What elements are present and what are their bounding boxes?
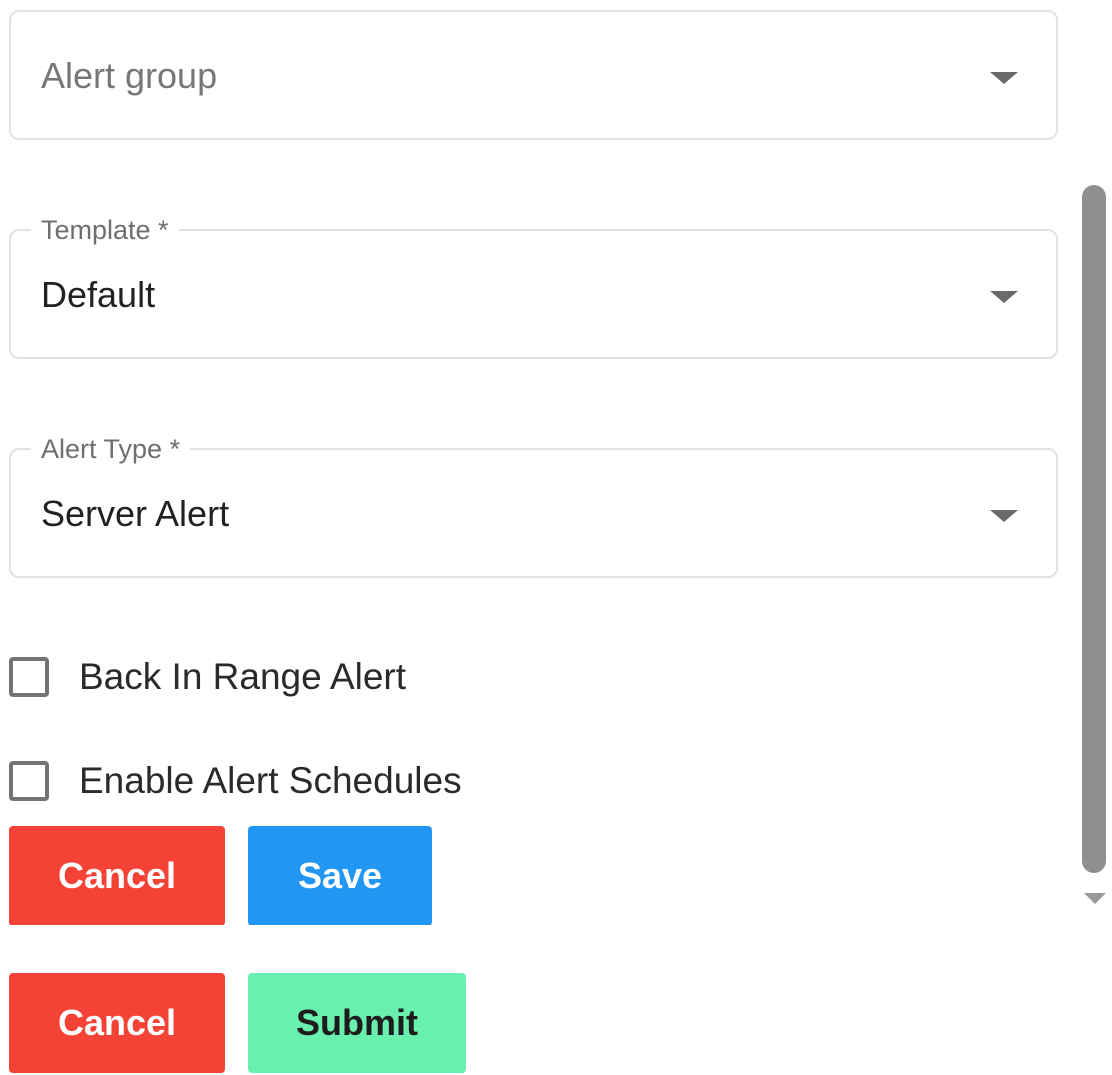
alert-type-label: Alert Type * bbox=[31, 432, 191, 466]
back-in-range-checkbox[interactable] bbox=[9, 657, 49, 697]
chevron-down-icon bbox=[990, 72, 1018, 84]
template-select[interactable]: Template * Default bbox=[9, 213, 1058, 359]
enable-schedules-checkbox[interactable] bbox=[9, 761, 49, 801]
chevron-down-icon bbox=[990, 510, 1018, 522]
enable-schedules-row: Enable Alert Schedules bbox=[9, 756, 462, 806]
alert-form-page: Alert group Template * Default Alert Typ… bbox=[0, 0, 1112, 1075]
alert-type-select[interactable]: Alert Type * Server Alert bbox=[9, 432, 1058, 578]
cancel-button[interactable]: Cancel bbox=[9, 826, 225, 925]
cancel-button-footer[interactable]: Cancel bbox=[9, 973, 225, 1073]
save-button[interactable]: Save bbox=[248, 826, 432, 925]
back-in-range-row: Back In Range Alert bbox=[9, 652, 406, 702]
scroll-down-arrow-icon[interactable] bbox=[1084, 893, 1106, 904]
alert-type-value: Server Alert bbox=[41, 493, 230, 534]
form-scroll-region: Alert group Template * Default Alert Typ… bbox=[0, 0, 1112, 925]
scrollbar-thumb[interactable] bbox=[1082, 185, 1106, 873]
chevron-down-icon bbox=[990, 291, 1018, 303]
alert-group-placeholder: Alert group bbox=[41, 55, 218, 96]
alert-group-select[interactable]: Alert group bbox=[9, 10, 1058, 140]
template-label: Template * bbox=[31, 213, 179, 247]
submit-button[interactable]: Submit bbox=[248, 973, 466, 1073]
enable-schedules-label[interactable]: Enable Alert Schedules bbox=[79, 760, 462, 802]
template-value: Default bbox=[41, 274, 156, 315]
back-in-range-label[interactable]: Back In Range Alert bbox=[79, 656, 406, 698]
